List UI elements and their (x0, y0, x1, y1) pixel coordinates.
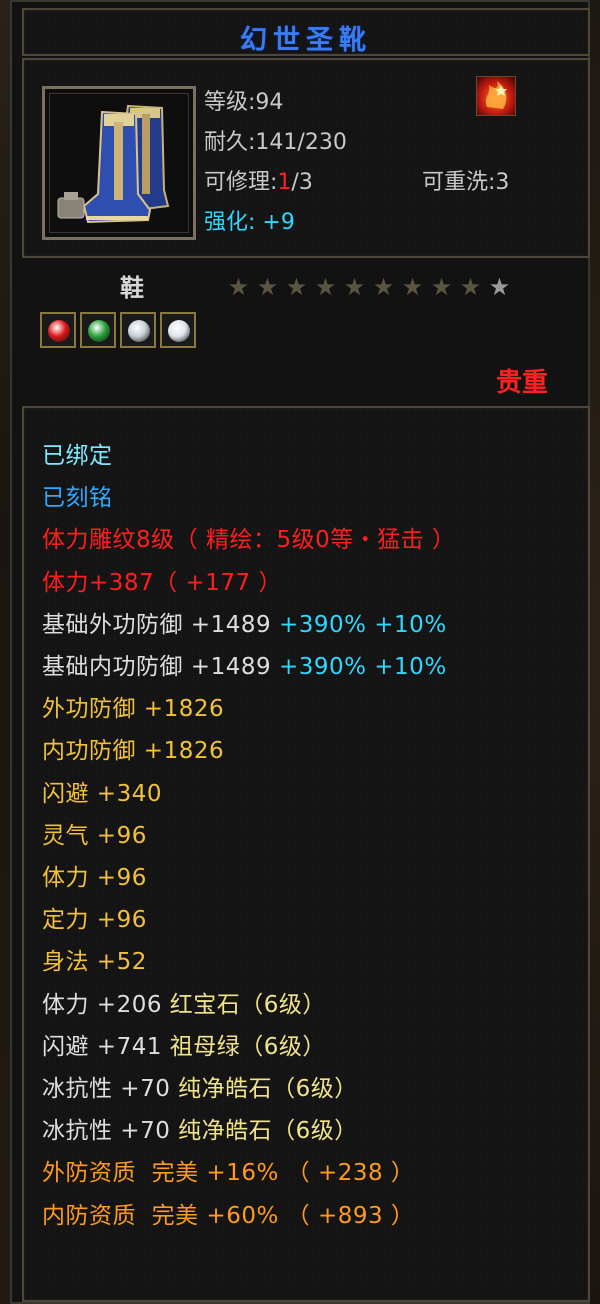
star-icon: ★ (256, 273, 279, 301)
level-line: 等级:94 (204, 84, 283, 116)
property-text: 基础内功防御 +1489 (42, 654, 279, 680)
repair-label: 可修理: (204, 170, 278, 195)
durability-line: 耐久:141/230 (204, 124, 347, 156)
property-text: 外防资质 完美 +16% （ +238 ） (42, 1160, 415, 1187)
property-text: 内防资质 完美 +60% （ +893 ） (42, 1202, 415, 1229)
enhance-line: 强化: +9 (204, 204, 295, 236)
enhance-label: 强化: (204, 210, 256, 235)
star-icon: ★ (227, 273, 250, 301)
property-text: 基础外功防御 +1489 (42, 611, 279, 638)
property-text: 闪避 +340 (42, 780, 162, 807)
property-text: 体力雕纹8级（ 精绘：5级0等・猛击 ） (42, 527, 456, 554)
star-icon: ★ (314, 273, 337, 301)
star-icon: ★ (343, 273, 366, 301)
property-line: 冰抗性 +70 纯净皓石（6级） (42, 1069, 358, 1103)
property-line: 身法 +52 (42, 942, 147, 976)
star-icon: ★ (401, 273, 424, 301)
property-line: 体力雕纹8级（ 精绘：5级0等・猛击 ） (42, 520, 456, 554)
rewash-line: 可重洗:3 (422, 164, 509, 196)
star-rating: ★ ★ ★ ★ ★ ★ ★ ★ ★ ★ (224, 272, 514, 302)
item-header-panel: 等级:94 耐久:141/230 可修理:1/3 可重洗:3 强化: +9 (22, 58, 590, 258)
repair-total: /3 (291, 170, 313, 195)
property-line: 闪避 +340 (42, 774, 162, 808)
repair-line: 可修理:1/3 (204, 164, 313, 196)
fire-badge-icon[interactable] (476, 76, 516, 116)
property-text: 定力 +96 (42, 907, 147, 934)
property-text: 体力 +96 (42, 865, 147, 891)
green-gem-icon[interactable] (80, 312, 116, 348)
property-line: 已刻铭 (42, 478, 113, 512)
property-text: +390% +10% (278, 654, 447, 680)
gem-core (48, 320, 70, 342)
rewash-label: 可重洗: (422, 170, 496, 195)
property-line: 体力 +96 (42, 858, 147, 892)
property-line: 基础内功防御 +1489 +390% +10% (42, 647, 447, 681)
property-text: 已刻铭 (42, 485, 113, 512)
red-gem-icon[interactable] (40, 312, 76, 348)
property-text: 纯净皓石（6级） (178, 1118, 358, 1145)
level-value: 94 (255, 90, 284, 115)
repair-used: 1 (277, 170, 292, 195)
rewash-value: 3 (495, 170, 510, 195)
property-text: 冰抗性 +70 (42, 1118, 179, 1145)
property-text: 纯净皓石（6级） (178, 1076, 358, 1102)
property-text: 身法 +52 (42, 949, 147, 976)
property-line: 体力+387（ +177 ） (42, 563, 282, 597)
property-text: 体力+387（ +177 ） (42, 569, 282, 596)
level-label: 等级: (204, 90, 256, 115)
property-line: 内功防御 +1826 (42, 731, 224, 765)
property-line: 基础外功防御 +1489 +390% +10% (42, 605, 447, 639)
property-text: 祖母绿（6级） (169, 1033, 326, 1060)
property-text: 体力 +206 (42, 991, 170, 1018)
durability-label: 耐久: (204, 130, 256, 155)
boots-icon (49, 93, 189, 233)
property-line: 体力 +206 红宝石（6级） (42, 985, 326, 1019)
gem-core (88, 320, 110, 342)
property-line: 内防资质 完美 +60% （ +893 ） (42, 1196, 414, 1230)
property-line: 灵气 +96 (42, 816, 147, 850)
property-text: 内功防御 +1826 (42, 738, 225, 765)
property-line: 冰抗性 +70 纯净皓石（6级） (42, 1111, 358, 1145)
durability-value: 141/230 (255, 130, 347, 155)
star-icon: ★ (372, 273, 395, 301)
precious-tag: 贵重 (496, 368, 549, 398)
right-frame-edge (590, 0, 600, 1304)
gem-core (168, 320, 190, 342)
gem-core (128, 320, 150, 342)
star-icon: ★ (488, 273, 511, 301)
gem-sockets (40, 312, 200, 348)
property-line: 已绑定 (42, 436, 113, 470)
star-icon: ★ (430, 273, 453, 301)
white-gem-icon[interactable] (160, 312, 196, 348)
property-line: 外防资质 完美 +16% （ +238 ） (42, 1153, 414, 1187)
properties-panel: 已绑定已刻铭体力雕纹8级（ 精绘：5级0等・猛击 ） 体力+387（ +177 ）… (22, 406, 590, 1302)
item-icon-frame (42, 86, 196, 240)
property-text: +390% +10% (278, 611, 447, 638)
property-text: 已绑定 (42, 443, 113, 469)
star-icon: ★ (459, 273, 482, 301)
slot-type: 鞋 (120, 274, 144, 302)
item-name: 幻世圣靴 (240, 25, 372, 56)
enhance-value: +9 (262, 210, 295, 235)
property-text: 外功防御 +1826 (42, 696, 225, 723)
property-text: 灵气 +96 (42, 822, 147, 849)
property-line: 定力 +96 (42, 900, 147, 934)
title-panel: 幻世圣靴 (22, 8, 590, 56)
property-line: 闪避 +741 祖母绿（6级） (42, 1027, 326, 1061)
item-tooltip: 幻世圣靴 等级:94 耐久:141/230 可修理:1/3 可重洗:3 强化: … (10, 0, 590, 1304)
property-text: 冰抗性 +70 (42, 1076, 179, 1102)
property-text: 红宝石（6级） (169, 991, 326, 1018)
left-frame-edge (0, 0, 10, 1304)
property-line: 外功防御 +1826 (42, 689, 224, 723)
property-text: 闪避 +741 (42, 1033, 170, 1060)
white-gem-icon[interactable] (120, 312, 156, 348)
star-icon: ★ (285, 273, 308, 301)
